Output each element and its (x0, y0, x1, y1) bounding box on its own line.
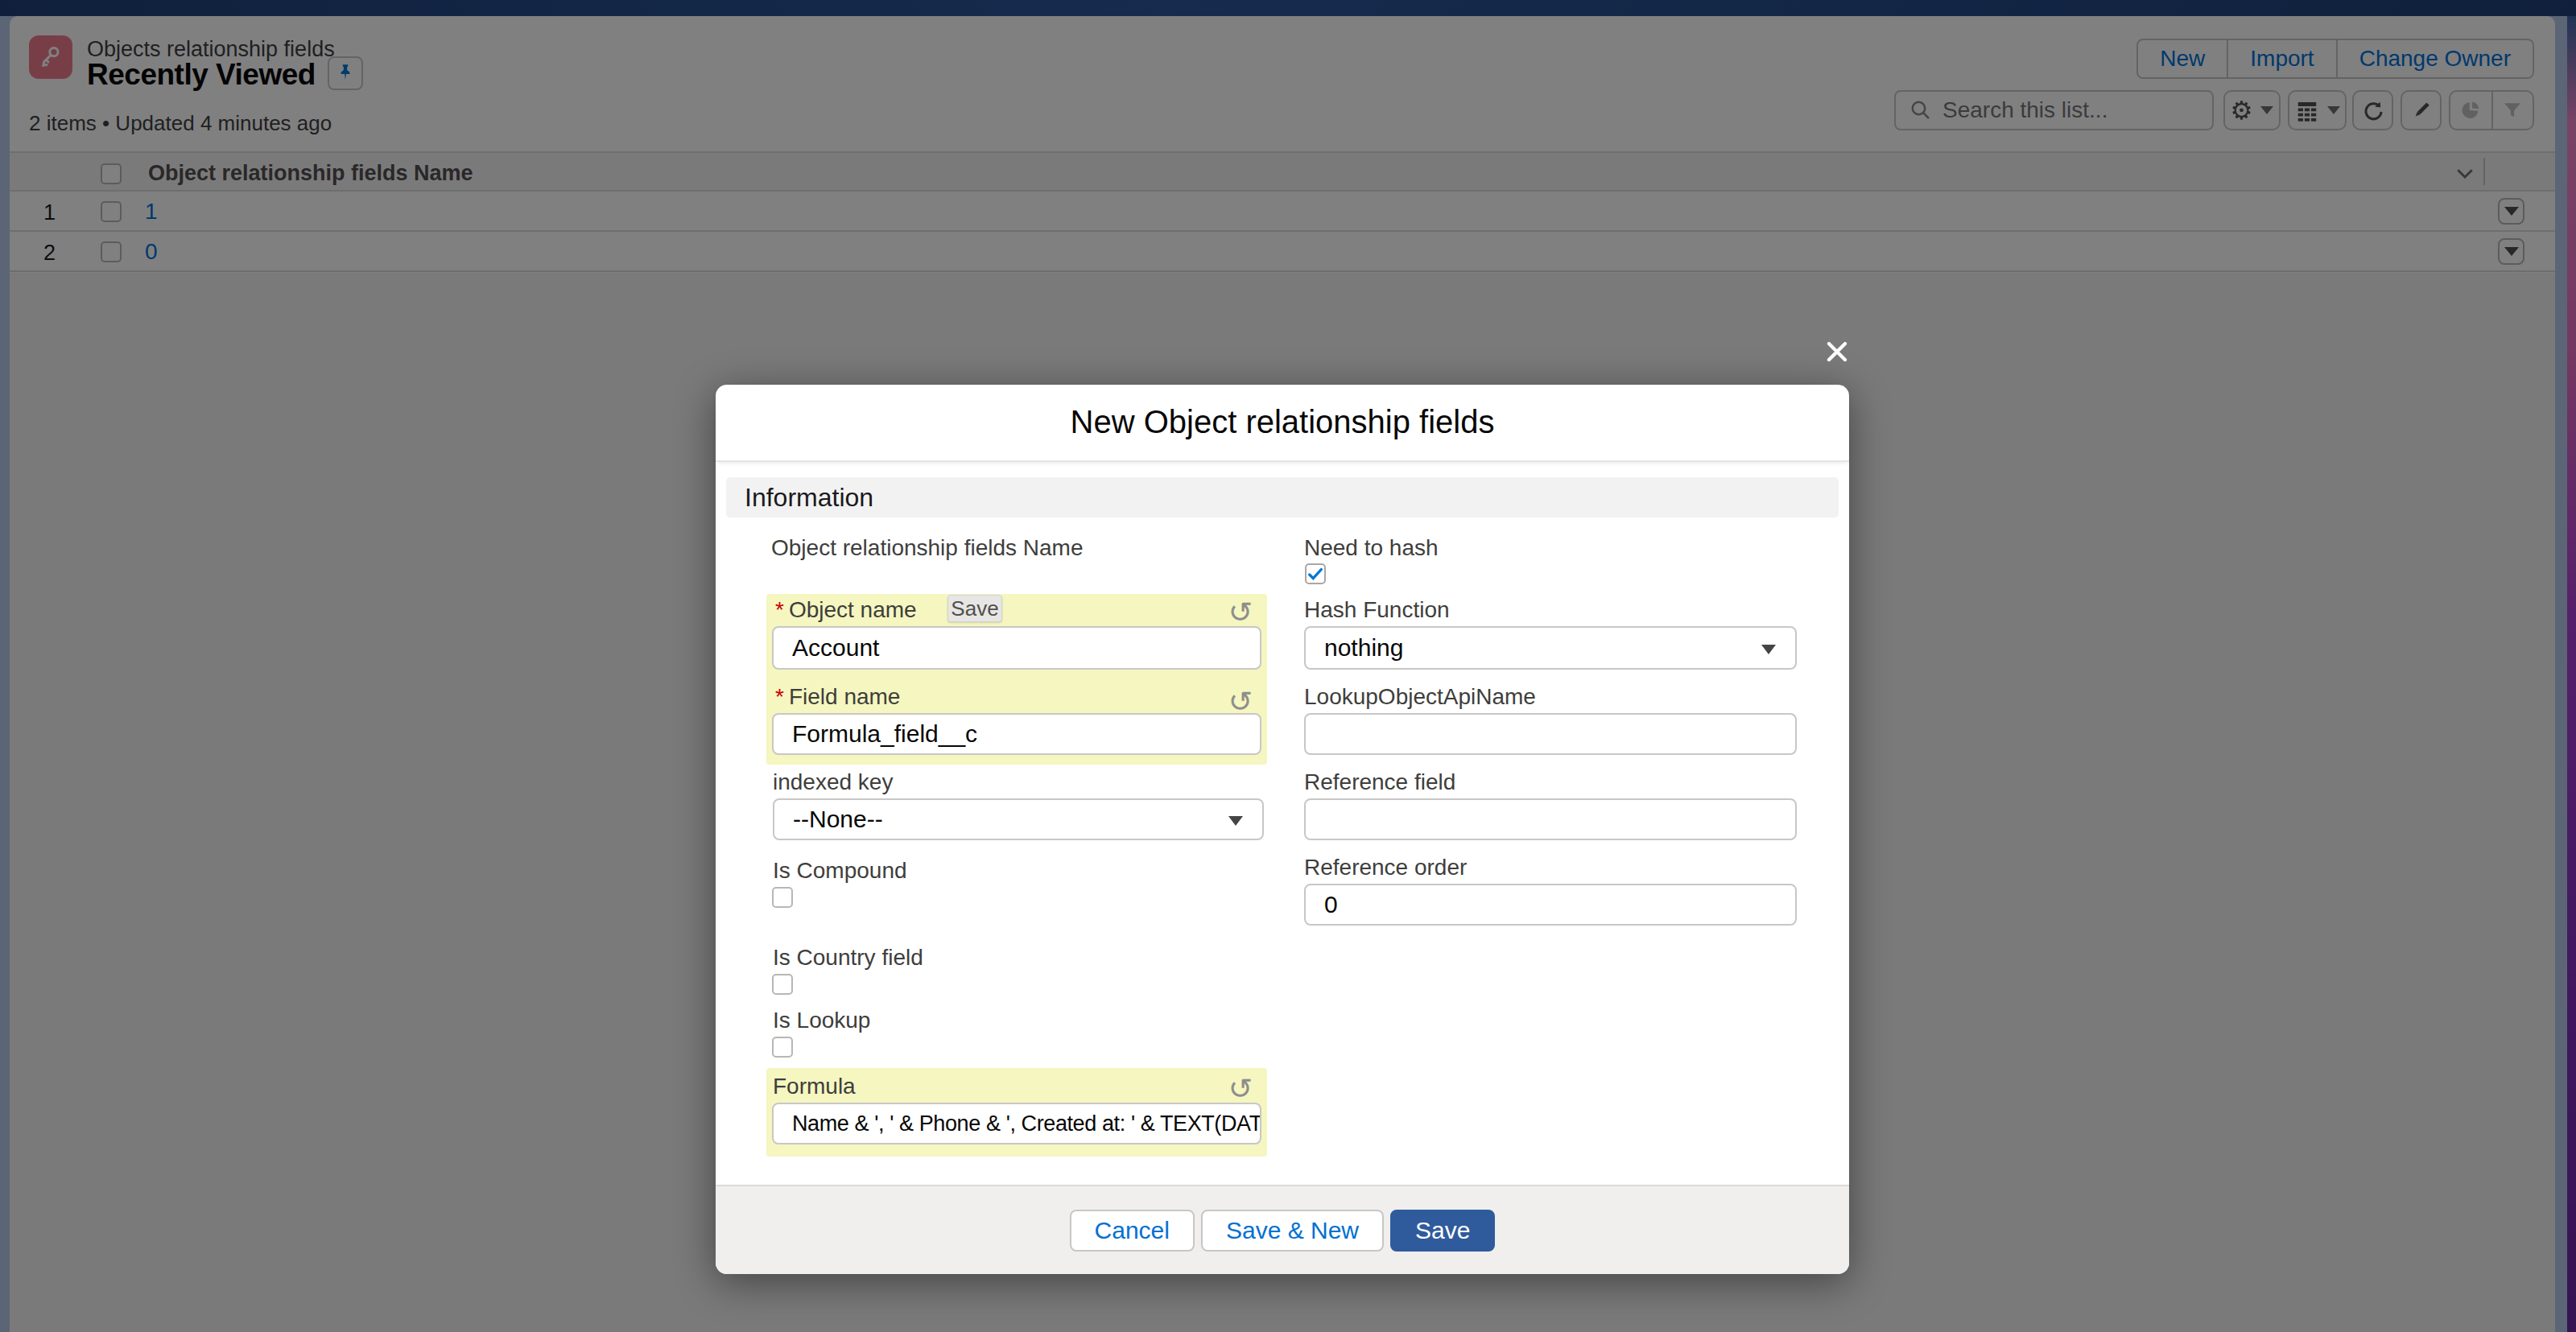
reference-order-input[interactable]: 0 (1304, 884, 1797, 926)
save-button[interactable]: Save (1390, 1210, 1495, 1252)
is-lookup-checkbox[interactable] (772, 1037, 793, 1058)
cancel-button[interactable]: Cancel (1070, 1210, 1195, 1252)
reference-field-label: Reference field (1304, 769, 1455, 795)
object-name-label: *Object name (775, 597, 917, 623)
close-button[interactable] (1825, 340, 1849, 364)
indexed-key-label: indexed key (773, 769, 893, 795)
is-country-field-label: Is Country field (773, 945, 923, 971)
record-name-label: Object relationship fields Name (771, 535, 1084, 561)
indexed-key-select[interactable]: --None-- (773, 798, 1264, 840)
formula-input[interactable]: Name & ', ' & Phone & ', Created at: ' &… (772, 1103, 1261, 1144)
is-lookup-label: Is Lookup (773, 1008, 870, 1033)
check-icon (1307, 565, 1324, 583)
undo-icon[interactable]: ↺ (1228, 687, 1253, 716)
undo-icon[interactable]: ↺ (1228, 598, 1253, 627)
need-to-hash-checkbox[interactable] (1305, 563, 1326, 584)
reference-order-label: Reference order (1304, 855, 1467, 880)
reference-field-input[interactable] (1304, 798, 1797, 840)
select-caret-icon (1761, 645, 1776, 654)
hash-function-label: Hash Function (1304, 597, 1450, 623)
field-name-input[interactable]: Formula_field__c (772, 713, 1261, 755)
lookup-object-api-name-input[interactable] (1304, 713, 1797, 755)
screen: Objects relationship fields Recently Vie… (0, 0, 2576, 1332)
is-compound-checkbox[interactable] (772, 887, 793, 908)
formula-label: Formula (773, 1074, 856, 1099)
close-icon (1825, 340, 1849, 364)
section-information: Information (726, 477, 1839, 518)
save-tooltip: Save (947, 595, 1002, 622)
save-and-new-button[interactable]: Save & New (1201, 1210, 1384, 1252)
is-compound-label: Is Compound (773, 858, 907, 884)
select-caret-icon (1228, 816, 1243, 826)
modal-title: New Object relationship fields (716, 385, 1849, 459)
object-name-input[interactable]: Account (772, 626, 1261, 670)
new-record-modal: New Object relationship fields Informati… (716, 385, 1849, 1274)
need-to-hash-label: Need to hash (1304, 535, 1439, 561)
undo-icon[interactable]: ↺ (1228, 1074, 1253, 1103)
hash-function-select[interactable]: nothing (1304, 626, 1797, 670)
modal-footer: Cancel Save & New Save (716, 1185, 1849, 1274)
field-name-label: *Field name (775, 684, 900, 710)
is-country-field-checkbox[interactable] (772, 974, 793, 995)
lookup-object-api-name-label: LookupObjectApiName (1304, 684, 1536, 710)
modal-header: New Object relationship fields (716, 385, 1849, 462)
